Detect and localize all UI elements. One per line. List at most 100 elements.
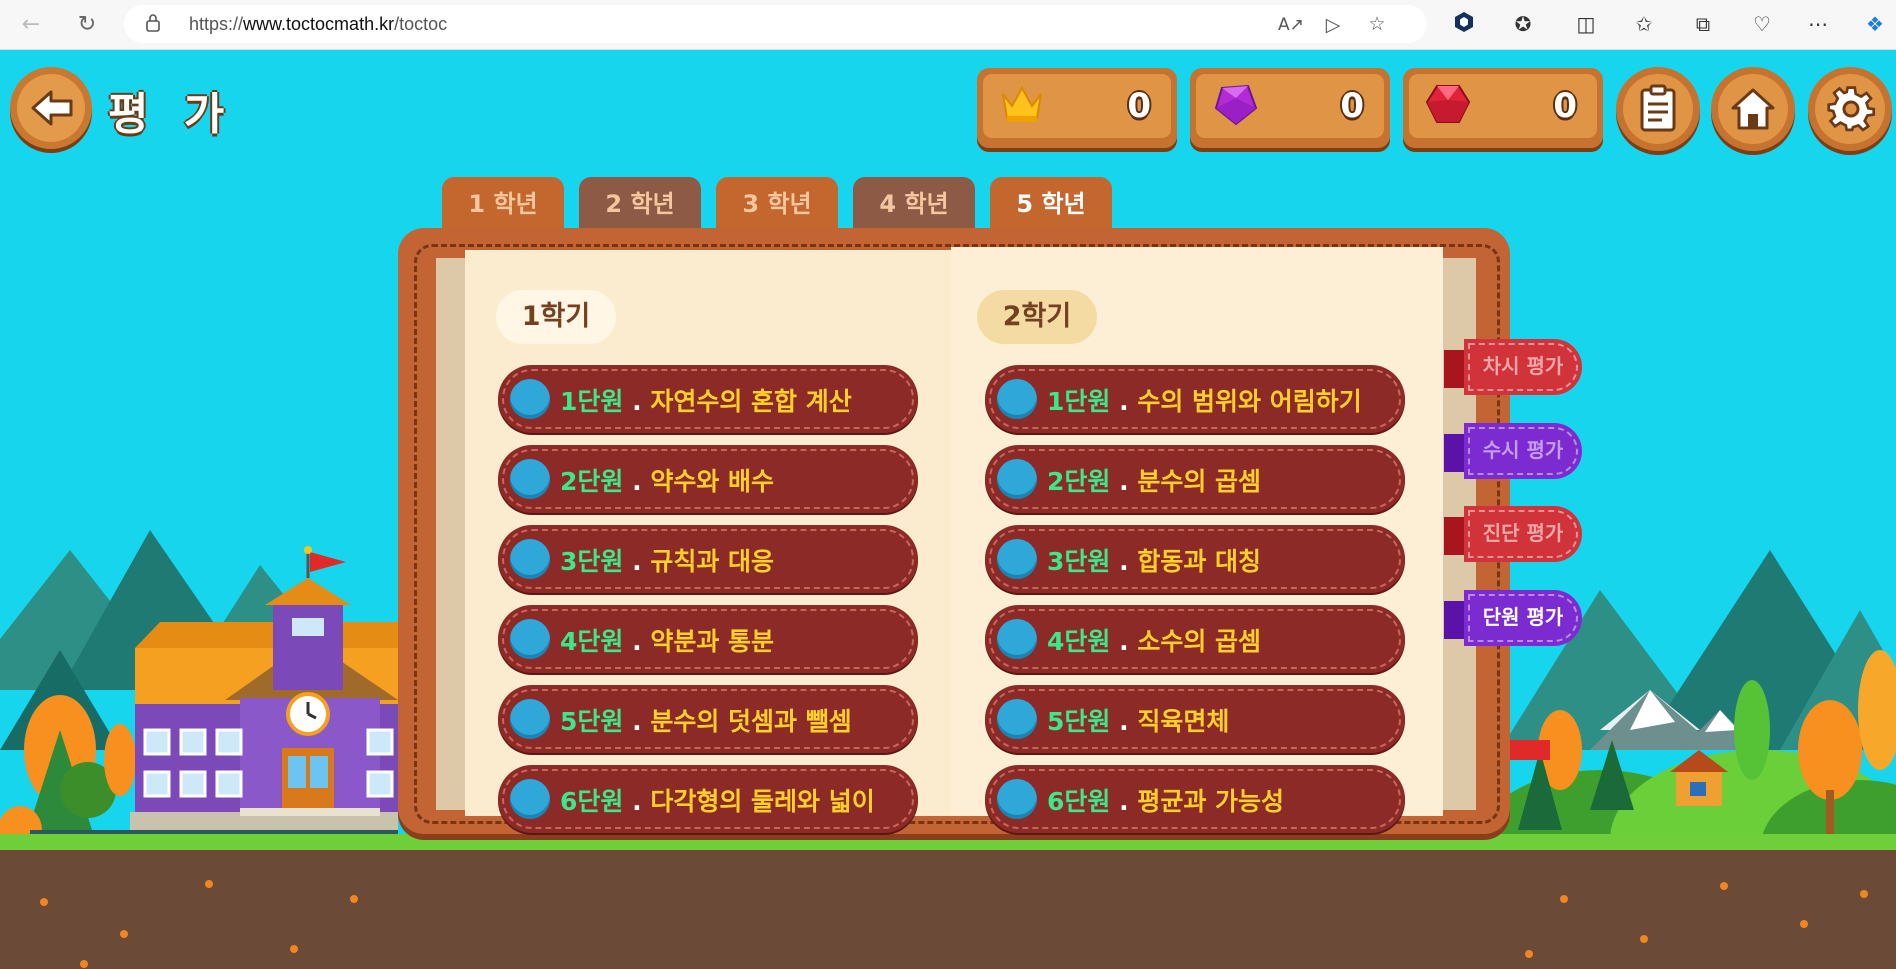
unit-separator: . <box>1119 547 1129 576</box>
unit-text: 4단원 . 약분과 통분 <box>560 622 774 658</box>
tab-label: 차시 평가 <box>1482 354 1564 378</box>
tab-diagnostic-assessment[interactable]: 진단 평가 <box>1444 506 1582 562</box>
status-dot-icon <box>997 779 1037 819</box>
split-screen-icon[interactable]: ◫ <box>1573 11 1599 37</box>
unit-number: 5단원 <box>560 707 624 736</box>
unit-number: 2단원 <box>1047 467 1111 496</box>
tab-grade-2[interactable]: 2 학년 <box>579 177 701 233</box>
unit-name: 직육면체 <box>1137 707 1230 736</box>
unit-separator: . <box>632 787 642 816</box>
unit-name: 분수의 덧셈과 뺄셈 <box>650 707 852 736</box>
unit-number: 1단원 <box>560 387 624 416</box>
tab-label: 수시 평가 <box>1482 438 1564 462</box>
tab-lesson-assessment[interactable]: 차시 평가 <box>1444 339 1582 395</box>
tab-quiz-assessment[interactable]: 수시 평가 <box>1444 423 1582 479</box>
extension-hex-icon[interactable] <box>1451 11 1477 37</box>
favorites-icon[interactable]: ✩ <box>1631 11 1657 37</box>
url-path: /toctoc <box>394 14 448 34</box>
unit-text: 1단원 . 자연수의 혼합 계산 <box>560 382 852 418</box>
more-options-icon[interactable]: ⋯ <box>1805 11 1831 37</box>
game-scene: 평 가 0 0 0 1 학년 2 학년 3 학년 4 학년 5 학년 1학기 2… <box>0 50 1896 969</box>
purple-gem-counter: 0 <box>1190 68 1390 148</box>
status-dot-icon <box>510 779 550 819</box>
extensions-puzzle-icon[interactable]: ✪ <box>1510 11 1536 37</box>
address-bar[interactable]: https://www.toctocmath.kr/toctoc A↗ ▷ ☆ <box>124 5 1427 43</box>
unit-separator: . <box>632 627 642 656</box>
tab-label: 진단 평가 <box>1482 521 1564 545</box>
home-button[interactable] <box>1711 67 1795 151</box>
unit-separator: . <box>632 387 642 416</box>
browser-toolbar: ← ↻ https://www.toctocmath.kr/toctoc A↗ … <box>0 0 1896 50</box>
unit-number: 4단원 <box>560 627 624 656</box>
unit-button-s1-u5[interactable]: 5단원 . 분수의 덧셈과 뺄셈 <box>498 685 918 753</box>
unit-number: 6단원 <box>560 787 624 816</box>
unit-separator: . <box>632 707 642 736</box>
status-dot-icon <box>510 539 550 579</box>
unit-number: 1단원 <box>1047 387 1111 416</box>
unit-name: 평균과 가능성 <box>1137 787 1285 816</box>
unit-number: 3단원 <box>1047 547 1111 576</box>
status-dot-icon <box>510 379 550 419</box>
red-gem-icon <box>1425 85 1471 123</box>
status-dot-icon <box>510 459 550 499</box>
tab-unit-assessment[interactable]: 단원 평가 <box>1444 590 1582 646</box>
browser-essentials-icon[interactable]: ♡ <box>1749 11 1775 37</box>
status-dot-icon <box>997 459 1037 499</box>
status-dot-icon <box>510 619 550 659</box>
app-available-icon[interactable]: ▷ <box>1321 14 1345 36</box>
unit-name: 수의 범위와 어림하기 <box>1137 387 1362 416</box>
unit-button-s2-u2[interactable]: 2단원 . 분수의 곱셈 <box>985 445 1405 513</box>
unit-number: 3단원 <box>560 547 624 576</box>
semester-2-label: 2학기 <box>977 290 1097 344</box>
tab-grade-4[interactable]: 4 학년 <box>853 177 975 233</box>
home-icon <box>1731 88 1775 130</box>
back-button[interactable] <box>10 67 92 149</box>
refresh-icon[interactable]: ↻ <box>72 10 102 40</box>
unit-button-s1-u1[interactable]: 1단원 . 자연수의 혼합 계산 <box>498 365 918 433</box>
unit-button-s2-u6[interactable]: 6단원 . 평균과 가능성 <box>985 765 1405 833</box>
tab-grade-5[interactable]: 5 학년 <box>990 177 1112 233</box>
unit-separator: . <box>632 467 642 496</box>
unit-number: 2단원 <box>560 467 624 496</box>
bookmark-body: 단원 평가 <box>1464 590 1582 646</box>
page-title: 평 가 <box>108 89 235 140</box>
unit-name: 약수와 배수 <box>650 467 775 496</box>
unit-text: 5단원 . 직육면체 <box>1047 702 1229 738</box>
favorite-star-icon[interactable]: ☆ <box>1365 13 1389 35</box>
unit-button-s1-u2[interactable]: 2단원 . 약수와 배수 <box>498 445 918 513</box>
unit-separator: . <box>1119 787 1129 816</box>
collections-icon[interactable]: ⧉ <box>1690 11 1716 37</box>
tab-label: 단원 평가 <box>1482 605 1564 629</box>
copilot-icon[interactable]: ❖ <box>1862 11 1888 37</box>
unit-separator: . <box>1119 627 1129 656</box>
crown-icon <box>1002 85 1042 122</box>
read-aloud-icon[interactable]: A↗ <box>1278 14 1304 36</box>
back-arrow-icon[interactable]: ← <box>16 10 46 40</box>
unit-name: 자연수의 혼합 계산 <box>650 387 852 416</box>
unit-button-s1-u6[interactable]: 6단원 . 다각형의 둘레와 넓이 <box>498 765 918 833</box>
unit-number: 4단원 <box>1047 627 1111 656</box>
settings-button[interactable] <box>1808 67 1892 151</box>
unit-button-s1-u4[interactable]: 4단원 . 약분과 통분 <box>498 605 918 673</box>
status-dot-icon <box>997 619 1037 659</box>
unit-separator: . <box>1119 387 1129 416</box>
unit-button-s2-u4[interactable]: 4단원 . 소수의 곱셈 <box>985 605 1405 673</box>
unit-text: 6단원 . 다각형의 둘레와 넓이 <box>560 782 875 818</box>
unit-name: 다각형의 둘레와 넓이 <box>650 787 875 816</box>
unit-button-s2-u3[interactable]: 3단원 . 합동과 대칭 <box>985 525 1405 593</box>
unit-button-s2-u5[interactable]: 5단원 . 직육면체 <box>985 685 1405 753</box>
unit-separator: . <box>632 547 642 576</box>
unit-name: 규칙과 대응 <box>650 547 775 576</box>
tab-grade-1[interactable]: 1 학년 <box>442 177 564 233</box>
url-text[interactable]: https://www.toctocmath.kr/toctoc <box>189 14 447 35</box>
crown-counter: 0 <box>977 68 1177 148</box>
tab-grade-3[interactable]: 3 학년 <box>716 177 838 233</box>
bookmark-body: 진단 평가 <box>1464 506 1582 562</box>
unit-button-s2-u1[interactable]: 1단원 . 수의 범위와 어림하기 <box>985 365 1405 433</box>
clipboard-icon <box>1640 84 1676 132</box>
clipboard-button[interactable] <box>1616 67 1700 151</box>
status-dot-icon <box>997 699 1037 739</box>
unit-button-s1-u3[interactable]: 3단원 . 규칙과 대응 <box>498 525 918 593</box>
ground-soil <box>0 850 1896 969</box>
unit-name: 합동과 대칭 <box>1137 547 1262 576</box>
